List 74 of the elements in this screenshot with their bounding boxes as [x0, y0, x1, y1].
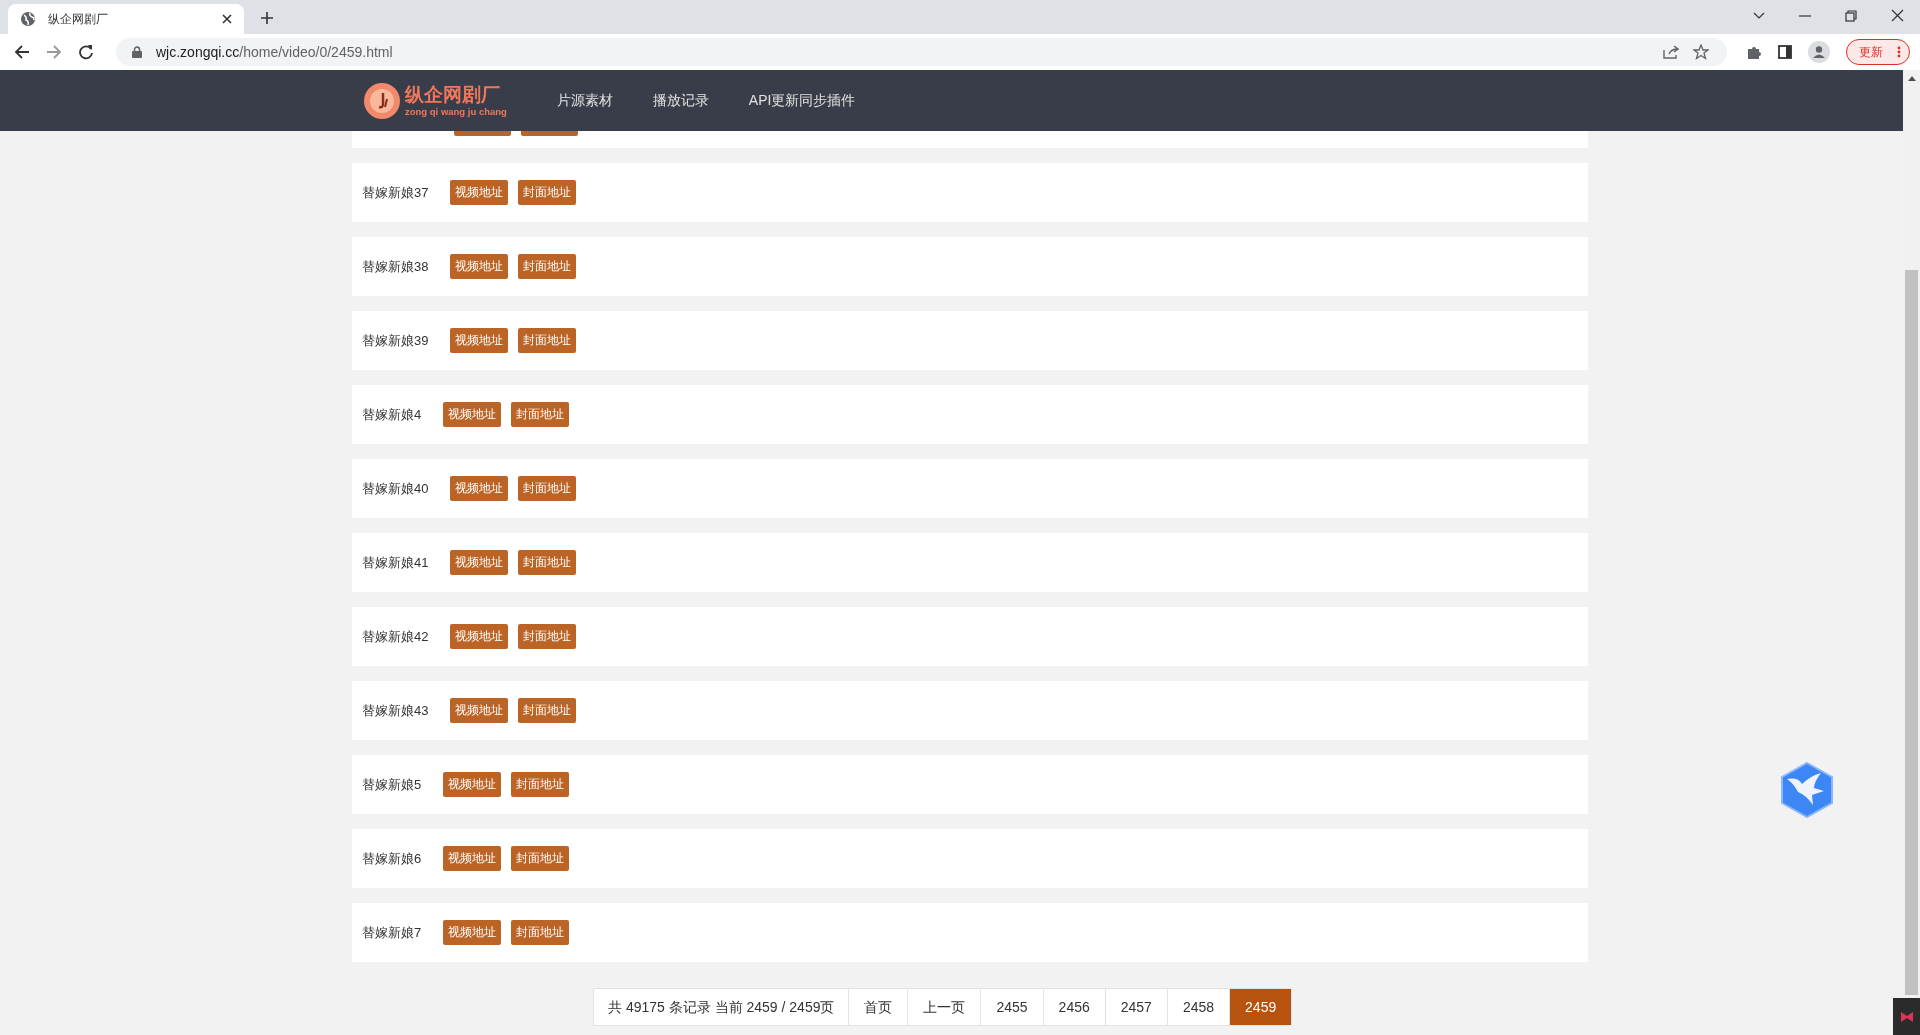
video-title: 替嫁新娘41: [362, 553, 429, 572]
lock-icon: [132, 46, 142, 58]
video-title: 替嫁新娘42: [362, 627, 429, 646]
video-title: 替嫁新娘39: [362, 331, 429, 350]
page-link[interactable]: 首页: [848, 989, 908, 1025]
page-link[interactable]: 上一页: [907, 989, 981, 1025]
logo-icon[interactable]: [363, 81, 401, 120]
link-tag[interactable]: 封面地址: [518, 328, 577, 353]
link-tag[interactable]: 封面地址: [518, 476, 577, 501]
share-icon[interactable]: [1663, 45, 1679, 59]
link-tag[interactable]: 封面地址: [511, 920, 570, 945]
link-tag[interactable]: 视频地址: [443, 920, 502, 945]
link-tag[interactable]: 封面地址: [511, 772, 570, 797]
corner-widget[interactable]: [1893, 998, 1920, 1035]
bird-icon[interactable]: [1780, 762, 1834, 818]
link-tag[interactable]: 视频地址: [450, 698, 509, 723]
bowtie-icon: [1900, 1011, 1913, 1022]
globe-icon: [20, 11, 36, 27]
video-title: 替嫁新娘7: [362, 923, 422, 942]
link-tag[interactable]: 视频地址: [450, 624, 509, 649]
link-tag[interactable]: 封面地址: [518, 624, 577, 649]
link-tag[interactable]: 视频地址: [443, 846, 502, 871]
minimize-icon[interactable]: [1799, 14, 1811, 17]
page-link[interactable]: 2455: [980, 989, 1043, 1025]
new-tab-icon[interactable]: [260, 11, 274, 25]
back-icon[interactable]: [14, 44, 30, 60]
chevron-down-icon[interactable]: [1753, 11, 1765, 20]
forward-icon[interactable]: [46, 44, 62, 60]
link-tag[interactable]: 封面地址: [511, 846, 570, 871]
logo-subtitle: zong qi wang ju chang: [405, 106, 507, 117]
link-tag[interactable]: 封面地址: [518, 180, 577, 205]
update-button[interactable]: 更新: [1846, 39, 1910, 65]
nav-link[interactable]: 播放记录: [652, 91, 709, 110]
close-icon[interactable]: [1891, 9, 1904, 22]
url-text: wjc.zongqi.cc/home/video/0/2459.html: [156, 44, 393, 60]
link-tag[interactable]: 封面地址: [511, 402, 570, 427]
link-tag[interactable]: 视频地址: [443, 772, 502, 797]
page-link[interactable]: 2459: [1229, 989, 1292, 1025]
video-title: 替嫁新娘5: [362, 775, 422, 794]
video-title: 替嫁新娘38: [362, 257, 429, 276]
restore-icon[interactable]: [1845, 9, 1857, 22]
video-title: 替嫁新娘6: [362, 849, 422, 868]
record-summary: 共 49175 条记录 当前 2459 / 2459页: [607, 998, 836, 1017]
link-tag[interactable]: 视频地址: [450, 328, 509, 353]
scroll-up-icon[interactable]: [1907, 76, 1916, 81]
link-tag[interactable]: 封面地址: [518, 698, 577, 723]
side-panel-icon[interactable]: [1778, 45, 1792, 59]
video-title: 替嫁新娘40: [362, 479, 429, 498]
link-tag[interactable]: 封面地址: [518, 550, 577, 575]
browser-tab[interactable]: 纵企网剧厂: [8, 4, 244, 34]
link-tag[interactable]: 视频地址: [450, 180, 509, 205]
link-tag[interactable]: 封面地址: [518, 254, 577, 279]
address-field[interactable]: wjc.zongqi.cc/home/video/0/2459.html: [116, 38, 1727, 66]
close-icon[interactable]: [222, 14, 232, 24]
page-link[interactable]: 2456: [1042, 989, 1105, 1025]
logo-title[interactable]: 纵企网剧厂: [405, 84, 507, 106]
tag-edge: [521, 131, 578, 136]
video-title: 替嫁新娘43: [362, 701, 429, 720]
video-title: 替嫁新娘37: [362, 183, 429, 202]
link-tag[interactable]: 视频地址: [450, 550, 509, 575]
star-icon[interactable]: [1693, 44, 1709, 60]
tag-edge: [454, 131, 511, 136]
page-link[interactable]: 2457: [1104, 989, 1167, 1025]
reload-icon[interactable]: [78, 44, 94, 60]
link-tag[interactable]: 视频地址: [450, 476, 509, 501]
video-title: 替嫁新娘4: [362, 405, 422, 424]
nav-link[interactable]: 片源素材: [556, 91, 613, 110]
link-tag[interactable]: 视频地址: [450, 254, 509, 279]
nav-link[interactable]: API更新同步插件: [748, 91, 856, 110]
link-tag[interactable]: 视频地址: [443, 402, 502, 427]
more-icon: [1897, 46, 1901, 58]
tab-title: 纵企网剧厂: [48, 10, 109, 28]
puzzle-icon[interactable]: [1747, 44, 1762, 60]
profile-icon[interactable]: [1808, 41, 1830, 63]
